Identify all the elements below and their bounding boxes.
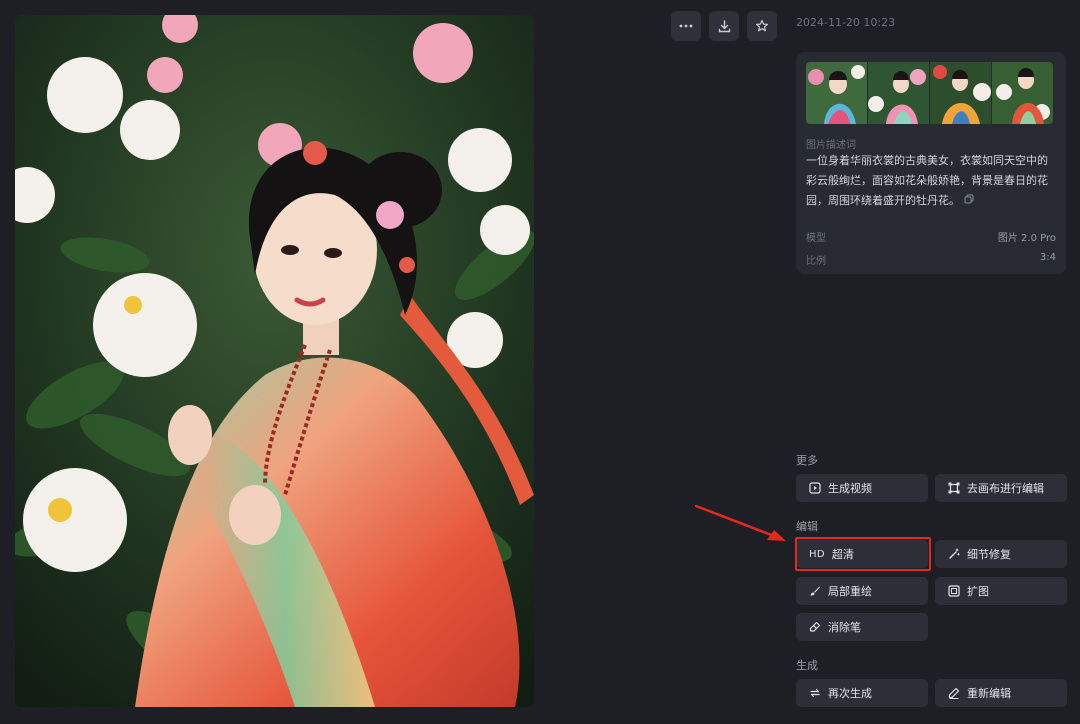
canvas-edit-label: 去画布进行编辑 [967, 482, 1044, 495]
ratio-value: 3:4 [1039, 252, 1056, 263]
annotation-arrow [694, 504, 786, 541]
upscale-label: 超清 [831, 548, 854, 561]
thumbnail-3[interactable] [930, 62, 991, 124]
thumbnail-strip [806, 62, 1053, 124]
magic-wand-icon [948, 548, 960, 560]
eraser-button[interactable]: 消除笔 [796, 613, 928, 641]
reedit-button[interactable]: 重新编辑 [935, 679, 1067, 707]
thumbnail-1[interactable] [806, 62, 867, 124]
timestamp: 2024-11-20 10:23 [796, 16, 896, 29]
canvas-edit-button[interactable]: 去画布进行编辑 [935, 474, 1067, 502]
eraser-icon [809, 621, 821, 633]
thumbnail-2[interactable] [868, 62, 929, 124]
model-row: 模型 图片 2.0 Pro [806, 229, 1056, 244]
pencil-icon [948, 687, 960, 699]
download-button[interactable] [709, 11, 739, 41]
expand-button[interactable]: 扩图 [935, 577, 1067, 605]
model-label: 模型 [806, 233, 826, 244]
regenerate-button[interactable]: 再次生成 [796, 679, 928, 707]
section-generate-title: 生成 [796, 659, 818, 672]
reedit-label: 重新编辑 [967, 687, 1011, 700]
description-content: 一位身着华丽衣裳的古典美女，衣裳如同天空中的彩云般绚烂，面容如花朵般娇艳，背景是… [806, 154, 1048, 207]
refresh-icon [809, 687, 821, 699]
ellipsis-icon [679, 24, 693, 28]
ratio-row: 比例 3:4 [806, 252, 1056, 267]
download-icon [718, 19, 731, 33]
canvas-icon [948, 482, 960, 494]
ratio-label: 比例 [806, 256, 826, 267]
expand-label: 扩图 [967, 585, 989, 598]
description-label: 图片描述词 [806, 140, 856, 151]
copy-icon[interactable] [964, 191, 974, 211]
image-toolbar [671, 11, 777, 41]
section-more-title: 更多 [796, 454, 818, 467]
model-value: 图片 2.0 Pro [997, 233, 1056, 244]
more-button[interactable] [671, 11, 701, 41]
inpaint-button[interactable]: 局部重绘 [796, 577, 928, 605]
expand-icon [948, 585, 960, 597]
inpaint-label: 局部重绘 [828, 585, 872, 598]
upscale-button[interactable]: HD 超清 [796, 540, 928, 568]
eraser-label: 消除笔 [828, 621, 861, 634]
generate-video-button[interactable]: 生成视频 [796, 474, 928, 502]
video-icon [809, 482, 821, 494]
thumbnail-4[interactable] [992, 62, 1053, 124]
detail-fix-label: 细节修复 [967, 548, 1011, 561]
star-icon [755, 19, 769, 33]
detail-fix-button[interactable]: 细节修复 [935, 540, 1067, 568]
favorite-button[interactable] [747, 11, 777, 41]
description-text: 一位身着华丽衣裳的古典美女，衣裳如同天空中的彩云般绚烂，面容如花朵般娇艳，背景是… [806, 151, 1056, 211]
regenerate-label: 再次生成 [828, 687, 872, 700]
generated-image[interactable] [15, 15, 534, 707]
generate-video-label: 生成视频 [828, 482, 872, 495]
image-info-card: 图片描述词 一位身着华丽衣裳的古典美女，衣裳如同天空中的彩云般绚烂，面容如花朵般… [796, 52, 1066, 274]
hd-icon: HD [809, 548, 825, 560]
brush-icon [809, 585, 821, 597]
